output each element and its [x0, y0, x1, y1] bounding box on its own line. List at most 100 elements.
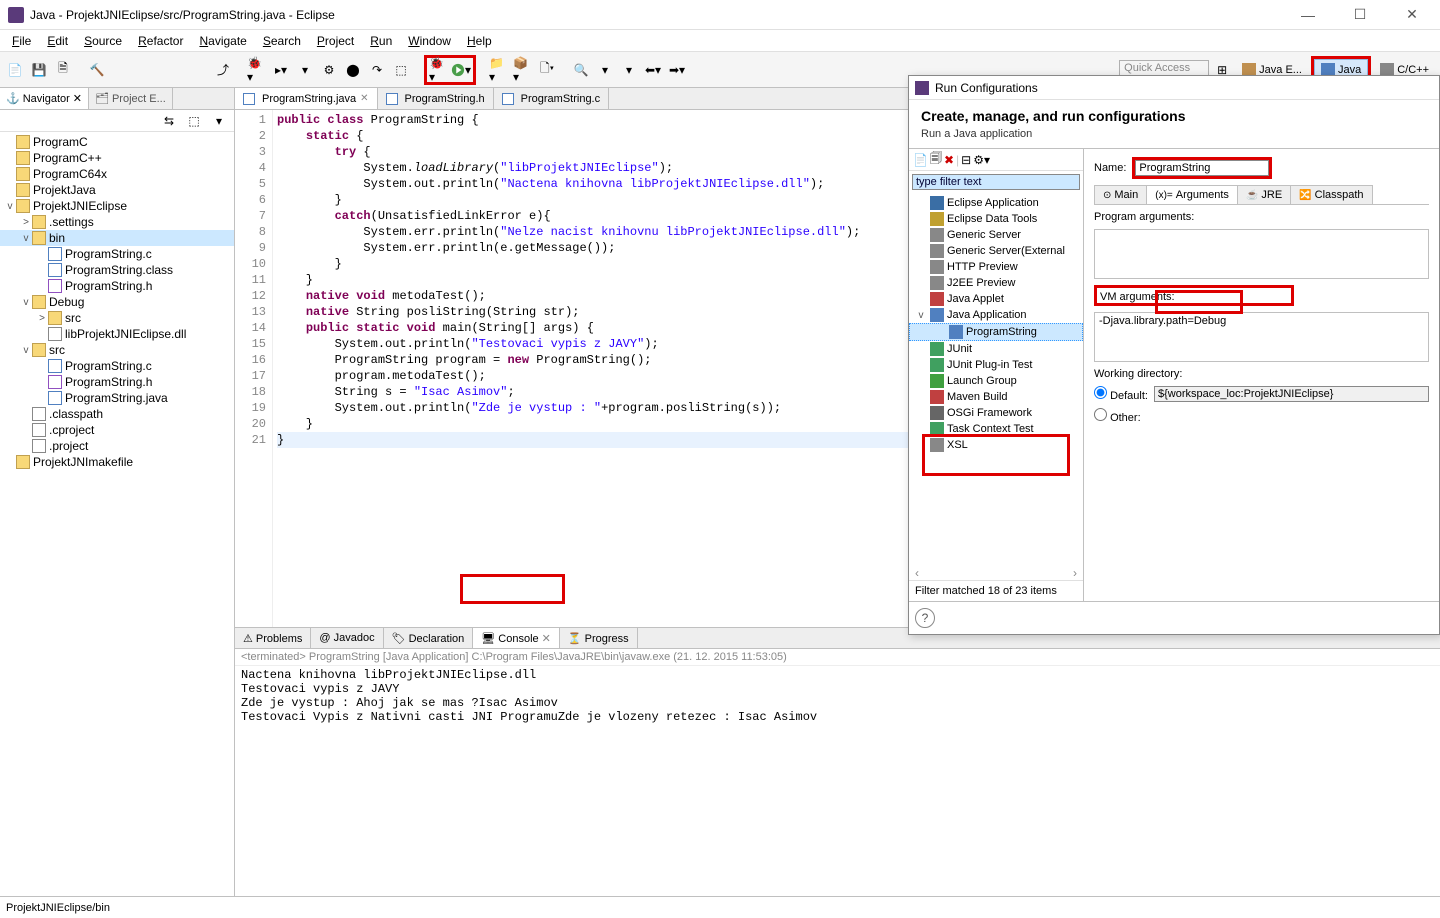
tree-item[interactable]: ProgramString.class — [0, 262, 234, 278]
forward-button[interactable]: ➡▾ — [666, 59, 688, 81]
maximize-button[interactable]: ☐ — [1340, 3, 1380, 27]
tree-item[interactable]: ProgramString.c — [0, 358, 234, 374]
config-item[interactable]: Task Context Test — [909, 421, 1083, 437]
scroll-left[interactable]: ‹ — [915, 566, 919, 580]
config-item[interactable]: Launch Group — [909, 373, 1083, 389]
help-button[interactable]: ? — [915, 608, 935, 628]
bottom-tab-declaration[interactable]: 🏷 Declaration — [384, 628, 474, 648]
link-editor-button[interactable]: ⬚ — [183, 110, 205, 132]
tree-item[interactable]: vProjektJNIEclipse — [0, 198, 234, 214]
profile-button[interactable]: ⚙ — [318, 59, 340, 81]
name-input[interactable] — [1135, 160, 1269, 176]
tree-item[interactable]: ProgramString.java — [0, 390, 234, 406]
menu-refactor[interactable]: Refactor — [130, 32, 191, 50]
bottom-tab-javadoc[interactable]: @ Javadoc — [311, 628, 383, 648]
tree-item[interactable]: vDebug — [0, 294, 234, 310]
run-button[interactable]: ▾ — [450, 59, 472, 81]
new-button[interactable]: 📄 — [4, 59, 26, 81]
tree-item[interactable]: ProgramString.h — [0, 374, 234, 390]
tree-item[interactable]: ProgramC64x — [0, 166, 234, 182]
coverage-button[interactable]: ▾ — [294, 59, 316, 81]
default-path-input[interactable] — [1154, 386, 1429, 402]
tree-item[interactable]: >.settings — [0, 214, 234, 230]
bottom-tab-problems[interactable]: ⚠ Problems — [235, 628, 311, 648]
save-all-button[interactable]: 🗎 — [52, 59, 74, 81]
tree-item[interactable]: ProgramString.h — [0, 278, 234, 294]
config-tab-jre[interactable]: ☕ JRE — [1237, 185, 1291, 204]
menu-edit[interactable]: Edit — [39, 32, 76, 50]
menu-window[interactable]: Window — [400, 32, 459, 50]
config-item[interactable]: Generic Server — [909, 227, 1083, 243]
config-item[interactable]: Eclipse Application — [909, 195, 1083, 211]
navigator-tree[interactable]: ProgramCProgramC++ProgramC64xProjektJava… — [0, 132, 234, 896]
editor-tab[interactable]: ProgramString.h — [378, 88, 494, 109]
program-args-input[interactable] — [1094, 229, 1429, 279]
tool4-button[interactable]: ▾ — [618, 59, 640, 81]
other-radio[interactable]: Other: — [1094, 408, 1141, 424]
config-item[interactable]: Java Applet — [909, 291, 1083, 307]
bottom-tab-progress[interactable]: ⏳ Progress — [560, 628, 638, 648]
config-tree[interactable]: Eclipse ApplicationEclipse Data ToolsGen… — [909, 193, 1083, 566]
tree-item[interactable]: libProjektJNIEclipse.dll — [0, 326, 234, 342]
collapse-config-button[interactable]: ⊟ — [961, 153, 971, 167]
back-button[interactable]: ⬅▾ — [642, 59, 664, 81]
tree-item[interactable]: >src — [0, 310, 234, 326]
config-item[interactable]: vJava Application — [909, 307, 1083, 323]
config-tab-classpath[interactable]: 🔀 Classpath — [1290, 185, 1372, 204]
step-button[interactable]: ↷ — [366, 59, 388, 81]
config-item[interactable]: HTTP Preview — [909, 259, 1083, 275]
build-button[interactable]: 🔨 — [86, 59, 108, 81]
config-item[interactable]: JUnit — [909, 341, 1083, 357]
tree-item[interactable]: vsrc — [0, 342, 234, 358]
filter-config-button[interactable]: ⚙▾ — [973, 153, 990, 167]
save-button[interactable]: 💾 — [28, 59, 50, 81]
scroll-right[interactable]: › — [1073, 566, 1077, 580]
filter-input[interactable] — [912, 174, 1080, 190]
new-class-button[interactable]: 🗋▾ — [536, 59, 558, 81]
config-item[interactable]: J2EE Preview — [909, 275, 1083, 291]
menu-help[interactable]: Help — [459, 32, 500, 50]
default-radio[interactable]: Default: — [1094, 386, 1148, 402]
config-item[interactable]: JUnit Plug-in Test — [909, 357, 1083, 373]
tree-item[interactable]: .cproject — [0, 422, 234, 438]
tree-item[interactable]: ProgramC++ — [0, 150, 234, 166]
tree-item[interactable]: .project — [0, 438, 234, 454]
config-tab-arguments[interactable]: (x)= Arguments — [1146, 185, 1238, 204]
tree-item[interactable]: ProgramString.c — [0, 246, 234, 262]
view-menu-button[interactable]: ▾ — [208, 110, 230, 132]
tree-item[interactable]: ProjektJava — [0, 182, 234, 198]
config-tab-main[interactable]: ⊙ Main — [1094, 185, 1147, 204]
tool2-button[interactable]: ⬚ — [390, 59, 412, 81]
navigator-tab[interactable]: ⚓ Navigator ✕ — [0, 88, 89, 109]
config-item[interactable]: Generic Server(External — [909, 243, 1083, 259]
console-output[interactable]: Nactena knihovna libProjektJNIEclipse.dl… — [235, 666, 1440, 896]
duplicate-config-button[interactable]: 🗐 — [930, 149, 942, 170]
tree-item[interactable]: ProjektJNImakefile — [0, 454, 234, 470]
config-item[interactable]: XSL — [909, 437, 1083, 453]
skip-breakpoints-button[interactable]: ⤴ — [212, 59, 234, 81]
vm-args-input[interactable]: -Djava.library.path=Debug — [1094, 312, 1429, 362]
editor-tab[interactable]: ProgramString.c — [494, 88, 609, 109]
editor-tab[interactable]: ProgramString.java✕ — [235, 88, 378, 109]
menu-source[interactable]: Source — [76, 32, 130, 50]
menu-run[interactable]: Run — [362, 32, 400, 50]
debug-dropdown-button[interactable]: 🐞▾ — [428, 59, 450, 81]
menu-file[interactable]: File — [4, 32, 39, 50]
config-item[interactable]: OSGi Framework — [909, 405, 1083, 421]
tree-item[interactable]: vbin — [0, 230, 234, 246]
menu-search[interactable]: Search — [255, 32, 309, 50]
delete-config-button[interactable]: ✖ — [944, 153, 954, 167]
menu-navigate[interactable]: Navigate — [191, 32, 254, 50]
new-package-button[interactable]: 📦▾ — [512, 59, 534, 81]
config-item[interactable]: ProgramString — [909, 323, 1083, 341]
breakpoint-button[interactable]: ⬤ — [342, 59, 364, 81]
run-ext-button[interactable]: ▸▾ — [270, 59, 292, 81]
tree-item[interactable]: ProgramC — [0, 134, 234, 150]
config-item[interactable]: Maven Build — [909, 389, 1083, 405]
collapse-all-button[interactable]: ⇆ — [158, 110, 180, 132]
new-config-button[interactable]: 📄 — [913, 153, 928, 167]
menu-project[interactable]: Project — [309, 32, 362, 50]
project-explorer-tab[interactable]: 🗂 Project E... — [89, 88, 173, 109]
minimize-button[interactable]: — — [1288, 3, 1328, 27]
close-button[interactable]: ✕ — [1392, 3, 1432, 27]
